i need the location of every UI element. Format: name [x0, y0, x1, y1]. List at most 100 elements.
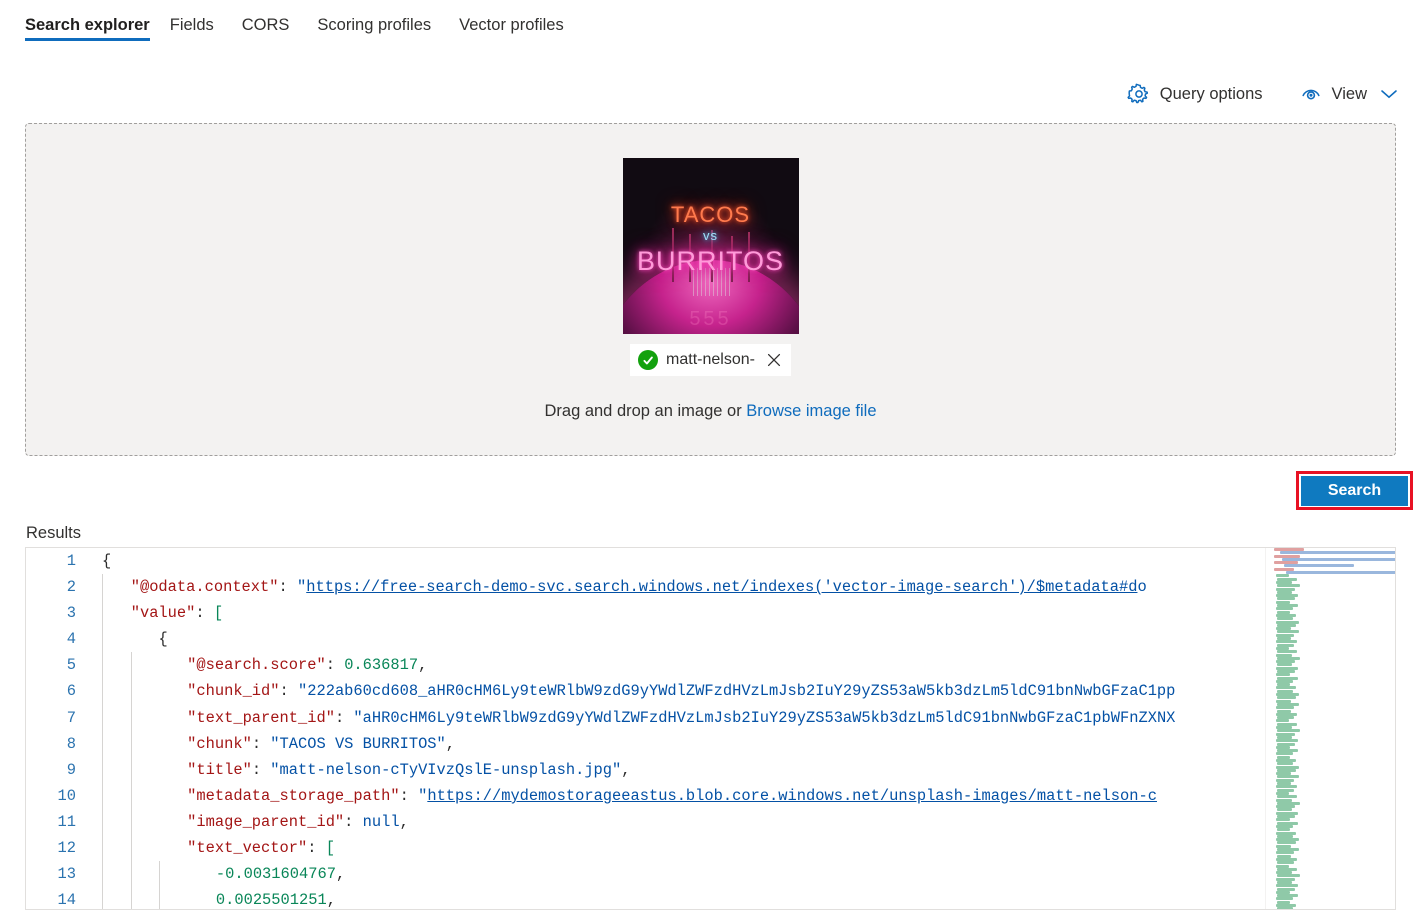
dropzone-hint-text: Drag and drop an image or — [544, 402, 747, 420]
minimap-line — [1276, 574, 1289, 578]
minimap-line — [1276, 785, 1297, 789]
json-token: : — [344, 813, 363, 831]
code-line: 9 "title": "matt-nelson-cTyVIvzQslE-unsp… — [26, 756, 1266, 783]
json-code-area[interactable]: 1{2 "@odata.context": "https://free-sear… — [26, 548, 1266, 909]
json-token: "@search.score" — [187, 656, 326, 675]
close-icon[interactable] — [763, 349, 785, 371]
code-line: 12 "text_vector": [ — [26, 834, 1266, 862]
json-token: "aHR0cHM6Ly9teWRlbW9zdG9yYWdlZWFzdHVzLmJ… — [353, 708, 1176, 727]
tab-search-explorer[interactable]: Search explorer — [25, 0, 156, 56]
tab-fields[interactable]: Fields — [156, 0, 228, 56]
json-url-link[interactable]: https://free-search-demo-svc.search.wind… — [306, 578, 1137, 596]
json-token: : — [334, 708, 354, 727]
results-label: Results — [26, 524, 82, 542]
line-number: 4 — [66, 630, 76, 649]
json-token: { — [158, 630, 168, 649]
code-line: 2 "@odata.context": "https://free-search… — [26, 574, 1266, 601]
image-dropzone[interactable]: 555 TACOS vs BURRITOS matt-nelson- Drag … — [25, 123, 1396, 456]
tab-bar: Search explorer Fields CORS Scoring prof… — [0, 0, 1420, 56]
line-number: 6 — [66, 682, 76, 701]
minimap-line — [1277, 762, 1293, 766]
code-line-text: "@odata.context": "https://free-search-d… — [88, 574, 1147, 601]
json-token: "chunk" — [187, 734, 252, 753]
json-token: "title" — [187, 760, 252, 779]
json-token: "text_vector" — [187, 839, 308, 858]
json-token: : — [325, 656, 345, 675]
minimap-line — [1277, 650, 1297, 654]
json-token: 0.0025501251 — [215, 891, 327, 909]
line-number: 13 — [57, 865, 76, 884]
json-token: , — [418, 656, 428, 675]
json-token: "@odata.context" — [130, 578, 279, 597]
line-number: 10 — [57, 786, 76, 805]
code-line: 14 0.0025501251, — [26, 887, 1266, 909]
neon-text-vs: vs — [703, 228, 718, 243]
code-line: 1{ — [26, 548, 1266, 574]
results-json-editor[interactable]: 1{2 "@odata.context": "https://free-sear… — [25, 547, 1396, 910]
minimap-line — [1276, 706, 1294, 710]
minimap-line — [1277, 795, 1297, 799]
line-number: 5 — [66, 656, 76, 675]
view-button[interactable]: View — [1299, 83, 1398, 105]
tab-vector-profiles[interactable]: Vector profiles — [445, 0, 578, 56]
json-token: , — [399, 813, 409, 831]
minimap-line — [1282, 557, 1395, 561]
line-number: 12 — [57, 839, 76, 858]
minimap-line — [1276, 640, 1297, 644]
code-line-text: "text_parent_id": "aHR0cHM6Ly9teWRlbW9zd… — [88, 704, 1176, 731]
code-minimap[interactable] — [1265, 548, 1395, 909]
line-number: 9 — [66, 760, 76, 779]
chevron-down-icon[interactable] — [1380, 88, 1398, 100]
json-token: "222ab60cd608_aHR0cHM6Ly9teWRlbW9zdG9yYW… — [298, 682, 1176, 701]
code-line: 11 "image_parent_id": null, — [26, 808, 1266, 835]
json-token: "metadata_storage_path" — [187, 786, 400, 805]
line-number: 3 — [66, 604, 76, 623]
minimap-line — [1276, 607, 1293, 611]
minimap-line — [1277, 828, 1290, 832]
check-circle-icon — [638, 350, 659, 370]
eye-icon — [1299, 83, 1323, 105]
json-token: "chunk_id" — [187, 682, 280, 701]
code-line: 5 "@search.score": 0.636817, — [26, 652, 1266, 679]
json-token: , — [326, 891, 336, 909]
query-options-label: Query options — [1159, 84, 1263, 103]
json-token: , — [335, 865, 346, 884]
minimap-line — [1276, 673, 1290, 677]
json-token: : — [251, 734, 271, 753]
code-line: 8 "chunk": "TACOS VS BURRITOS", — [26, 730, 1266, 757]
code-line-text: "text_vector": [ — [88, 834, 335, 862]
json-token: "value" — [130, 604, 196, 623]
minimap-line — [1276, 752, 1293, 756]
json-token: null — [362, 813, 400, 831]
uploaded-file-name: matt-nelson- — [666, 351, 755, 368]
code-line-text: "@search.score": 0.636817, — [88, 652, 428, 679]
tab-label: Fields — [169, 16, 214, 34]
tab-label: CORS — [241, 16, 290, 34]
json-token: : — [278, 578, 297, 597]
code-line-text: "chunk_id": "222ab60cd608_aHR0cHM6Ly9teW… — [88, 678, 1176, 705]
tab-label: Search explorer — [25, 16, 150, 34]
json-token: " — [418, 786, 428, 805]
code-line: 3 "value": [ — [26, 600, 1266, 627]
tab-cors[interactable]: CORS — [228, 0, 304, 56]
browse-image-file-link[interactable]: Browse image file — [746, 402, 876, 420]
line-number: 8 — [66, 734, 76, 753]
json-url-link[interactable]: https://mydemostorageeastus.blob.core.wi… — [427, 787, 1157, 805]
tab-scoring-profiles[interactable]: Scoring profiles — [303, 0, 445, 56]
uploaded-file-chip: matt-nelson- — [630, 344, 791, 376]
code-line-text: "chunk": "TACOS VS BURRITOS", — [88, 730, 455, 757]
json-token: -0.0031604767 — [215, 865, 336, 884]
minimap-line — [1276, 719, 1289, 723]
minimap-line — [1280, 551, 1395, 555]
view-label: View — [1331, 84, 1367, 103]
json-token: : — [195, 604, 214, 623]
code-line: 10 "metadata_storage_path": "https://myd… — [26, 782, 1266, 809]
json-token: "text_parent_id" — [187, 708, 335, 727]
json-token: "image_parent_id" — [187, 813, 345, 831]
code-line-text: { — [88, 548, 111, 574]
minimap-line — [1276, 884, 1298, 888]
query-options-button[interactable]: Query options — [1127, 82, 1263, 106]
json-token: [ — [213, 604, 224, 623]
neon-text-burritos: BURRITOS — [636, 246, 785, 276]
minimap-line — [1277, 729, 1300, 733]
